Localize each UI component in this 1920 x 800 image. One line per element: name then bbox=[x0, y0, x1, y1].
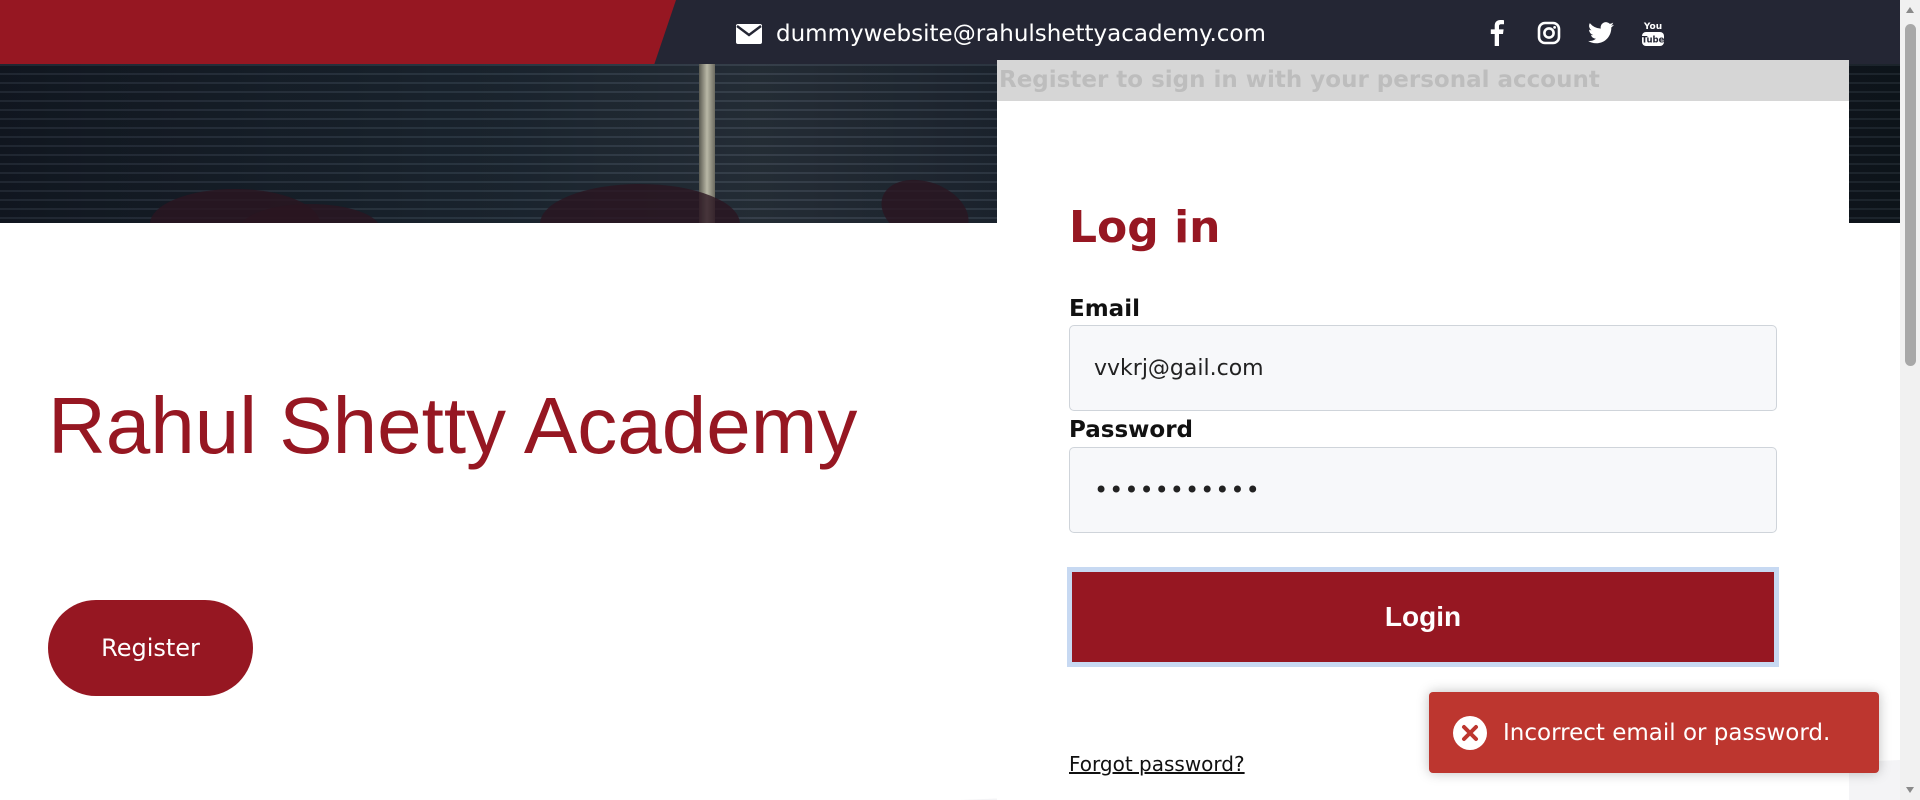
page-scrollbar[interactable] bbox=[1900, 0, 1920, 800]
scrollbar-thumb[interactable] bbox=[1905, 24, 1916, 366]
forgot-password-link[interactable]: Forgot password? bbox=[1069, 752, 1245, 776]
login-card: Register to sign in with your personal a… bbox=[997, 60, 1849, 800]
svg-text:You: You bbox=[1643, 22, 1662, 32]
twitter-icon[interactable] bbox=[1586, 18, 1616, 48]
scroll-up-arrow-icon[interactable] bbox=[1900, 0, 1920, 20]
password-field[interactable]: ••••••••••• bbox=[1069, 447, 1777, 533]
login-banner: Register to sign in with your personal a… bbox=[997, 60, 1849, 101]
email-label: Email bbox=[1069, 296, 1140, 322]
brand-title: Rahul Shetty Academy bbox=[48, 381, 858, 470]
error-toast-message: Incorrect email or password. bbox=[1503, 719, 1831, 746]
scroll-down-arrow-icon[interactable] bbox=[1900, 780, 1920, 800]
email-field[interactable]: vvkrj@gail.com bbox=[1069, 325, 1777, 411]
contact-email: dummywebsite@rahulshettyacademy.com bbox=[736, 19, 1266, 49]
login-button[interactable]: Login bbox=[1067, 567, 1779, 667]
top-bar-accent bbox=[0, 0, 676, 64]
error-icon bbox=[1453, 715, 1487, 750]
facebook-icon[interactable] bbox=[1482, 18, 1512, 48]
social-links: You Tube bbox=[1482, 18, 1690, 48]
login-title: Log in bbox=[1069, 202, 1221, 253]
envelope-icon bbox=[736, 24, 762, 44]
instagram-icon[interactable] bbox=[1534, 18, 1564, 48]
error-toast[interactable]: Incorrect email or password. bbox=[1429, 692, 1879, 773]
password-label: Password bbox=[1069, 417, 1193, 443]
contact-email-text: dummywebsite@rahulshettyacademy.com bbox=[776, 21, 1266, 47]
register-button[interactable]: Register bbox=[48, 600, 253, 696]
svg-text:Tube: Tube bbox=[1642, 36, 1665, 46]
youtube-icon[interactable]: You Tube bbox=[1638, 18, 1668, 48]
top-bar: dummywebsite@rahulshettyacademy.com You … bbox=[0, 0, 1900, 64]
